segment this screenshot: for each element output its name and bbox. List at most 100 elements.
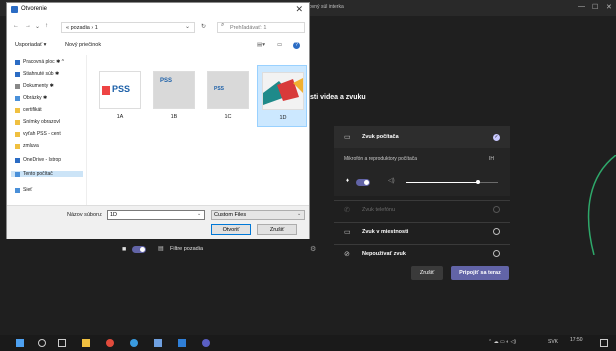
minimize-icon[interactable]: — bbox=[578, 3, 585, 10]
radio-room-audio[interactable] bbox=[493, 228, 500, 235]
settings-gear-icon[interactable]: ⚙ bbox=[310, 245, 316, 253]
app-icon-2[interactable] bbox=[178, 339, 186, 347]
nav-item-label: vyťah PSS - cent bbox=[23, 131, 61, 137]
edge-icon[interactable] bbox=[130, 339, 138, 347]
option-room-audio[interactable]: ▭ Zvuk v miestnosti bbox=[334, 222, 510, 240]
help-icon[interactable]: ? bbox=[293, 42, 300, 49]
speaker-icon: ◁) bbox=[388, 178, 395, 184]
cancel-join-button[interactable]: Zrušiť bbox=[411, 266, 443, 280]
page-title: sti videa a zvuku bbox=[310, 94, 366, 101]
app-icon[interactable] bbox=[154, 339, 162, 347]
folder-icon bbox=[15, 143, 20, 149]
radio-phone-audio bbox=[493, 206, 500, 213]
nav-item-label: Pracovná ploc ✱ ^ bbox=[23, 59, 64, 65]
filename-dropdown-icon[interactable]: ⌄ bbox=[197, 211, 201, 217]
nav-item-label: Snímky obrazovl bbox=[23, 119, 60, 125]
background-filter-label[interactable]: Filtre pozadia bbox=[170, 246, 203, 252]
nav-item[interactable]: Sieť bbox=[15, 187, 32, 193]
teams-icon[interactable] bbox=[202, 339, 210, 347]
file-brand: PSS bbox=[214, 86, 225, 92]
chrome-icon[interactable] bbox=[106, 339, 114, 347]
dialog-title: Otvorenie bbox=[21, 6, 48, 12]
file-brand: PSS bbox=[160, 78, 173, 84]
nav-item-label: zmluva bbox=[23, 143, 39, 149]
camera-toggle[interactable] bbox=[132, 246, 146, 253]
close-icon[interactable]: ✕ bbox=[606, 3, 612, 11]
folder-icon bbox=[15, 107, 20, 113]
dialog-app-icon bbox=[11, 6, 18, 13]
file-thumbnail: PSS bbox=[153, 71, 195, 109]
preview-pane-icon[interactable]: ▭ bbox=[277, 42, 282, 48]
video-preview-controls: ■ ▤ Filtre pozadia ⚙ bbox=[112, 242, 322, 258]
microphone-toggle[interactable] bbox=[356, 179, 370, 186]
nav-item[interactable]: Dokumenty ✱ bbox=[15, 83, 54, 89]
file-tile-selected[interactable]: 1D bbox=[257, 65, 307, 127]
search-icon-dialog: ⌕ bbox=[221, 22, 225, 28]
room-icon: ▭ bbox=[344, 228, 351, 236]
up-icon[interactable]: ↑ bbox=[45, 23, 48, 29]
organize-menu[interactable]: Usporiadať ▾ bbox=[15, 42, 46, 48]
filetype-select[interactable]: Custom Files bbox=[211, 210, 305, 220]
open-button[interactable]: Otvoriť bbox=[211, 224, 251, 235]
file-tile[interactable]: PSS 1A bbox=[95, 65, 145, 127]
refresh-icon[interactable]: ↻ bbox=[201, 23, 206, 30]
option-computer-audio[interactable]: ▭ Zvuk počítača ✓ bbox=[334, 126, 510, 148]
nav-scrollbar[interactable]: ⌄ bbox=[81, 55, 87, 213]
nav-item[interactable]: certifikát bbox=[15, 107, 42, 113]
nav-item-label: certifikát bbox=[23, 107, 42, 113]
nav-item[interactable]: Tento počítač bbox=[11, 171, 83, 177]
onedrive-icon bbox=[15, 157, 20, 163]
nav-item-label: Tento počítač bbox=[23, 171, 53, 177]
search-input[interactable]: Prehľadávať: 1 bbox=[217, 22, 305, 33]
selected-check-icon: ✓ bbox=[493, 133, 500, 141]
nav-item[interactable]: Stiahnuté súb ✱ bbox=[15, 71, 59, 77]
tray-icons[interactable]: ⌃ ☁ ▭ ◐ ◁) bbox=[488, 339, 516, 345]
nav-item[interactable]: zmluva bbox=[15, 143, 39, 149]
speaker-off-icon: ⊘ bbox=[344, 250, 350, 258]
dialog-cancel-button[interactable]: Zrušiť bbox=[257, 224, 297, 235]
file-tile[interactable]: PSS 1B bbox=[149, 65, 199, 127]
device-value[interactable]: IH bbox=[489, 156, 494, 162]
task-view-icon[interactable] bbox=[58, 339, 66, 347]
nav-item-label: Obrázky ✱ bbox=[23, 95, 48, 101]
new-folder-button[interactable]: Nový priečinok bbox=[65, 42, 101, 48]
address-dropdown-icon[interactable]: ⌄ bbox=[185, 23, 190, 30]
radio-no-audio[interactable] bbox=[493, 250, 500, 257]
nav-item[interactable]: Pracovná ploc ✱ ^ bbox=[15, 59, 64, 65]
nav-item[interactable]: Snímky obrazovl bbox=[15, 119, 60, 125]
file-open-dialog: Otvorenie ✕ ← → ⌄ ↑ « pozadia › 1 ⌄ ↻ Pr… bbox=[6, 2, 310, 239]
back-icon[interactable]: ← bbox=[13, 23, 19, 29]
nav-item[interactable]: Obrázky ✱ bbox=[15, 95, 47, 101]
join-now-button[interactable]: Pripojiť sa teraz bbox=[451, 266, 509, 280]
folder-icon bbox=[15, 131, 20, 137]
nav-item[interactable]: vyťah PSS - cent bbox=[15, 131, 61, 137]
file-tile[interactable]: PSS 1C bbox=[203, 65, 253, 127]
nav-item-label: Sieť bbox=[23, 187, 33, 193]
view-options-icon[interactable]: ▤▾ bbox=[257, 42, 265, 48]
file-explorer-icon[interactable] bbox=[82, 339, 90, 347]
network-icon bbox=[15, 187, 20, 193]
image-preview bbox=[263, 73, 303, 109]
file-thumbnail: PSS bbox=[207, 71, 249, 109]
clock[interactable]: 17:50 bbox=[570, 337, 583, 343]
address-bar[interactable]: « pozadia › 1 bbox=[61, 22, 195, 33]
filetype-chevron-icon[interactable]: ⌄ bbox=[297, 211, 301, 217]
maximize-icon[interactable]: ☐ bbox=[592, 3, 598, 11]
forward-icon[interactable]: → bbox=[25, 23, 31, 29]
navigation-pane: Pracovná ploc ✱ ^ Stiahnuté súb ✱ Dokument… bbox=[7, 55, 87, 205]
notifications-icon[interactable] bbox=[600, 339, 608, 347]
background-filter-icon[interactable]: ▤ bbox=[158, 245, 164, 252]
search-icon[interactable] bbox=[38, 339, 46, 347]
nav-item[interactable]: OneDrive - Istrop bbox=[15, 157, 61, 163]
filename-input[interactable]: 1D bbox=[107, 210, 205, 220]
decorative-arc bbox=[587, 155, 616, 255]
language-indicator[interactable]: SVK bbox=[548, 339, 558, 345]
dialog-close-icon[interactable]: ✕ bbox=[295, 4, 303, 15]
nav-item-label: OneDrive - Istrop bbox=[23, 157, 62, 163]
option-no-audio[interactable]: ⊘ Nepoužívať zvuk bbox=[334, 244, 510, 262]
volume-slider-knob[interactable] bbox=[475, 180, 480, 184]
documents-icon bbox=[15, 83, 20, 89]
history-chevron-icon[interactable]: ⌄ bbox=[35, 23, 40, 30]
phone-icon: ✆ bbox=[344, 206, 350, 214]
start-icon[interactable] bbox=[16, 339, 24, 347]
